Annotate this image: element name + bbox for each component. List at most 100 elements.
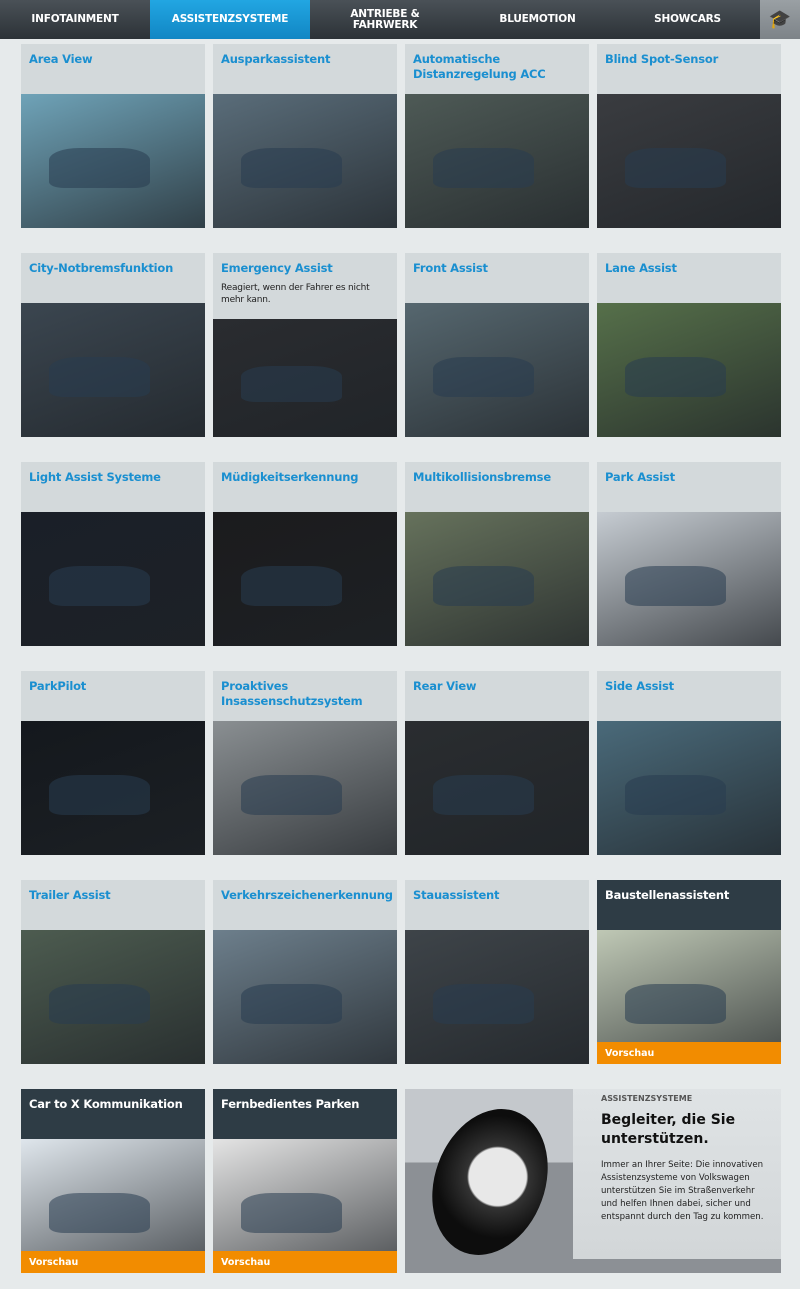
tile-image bbox=[597, 721, 781, 855]
tile-header: Park Assist bbox=[597, 462, 781, 512]
tile-header: Area View bbox=[21, 44, 205, 94]
tile-title: Lane Assist bbox=[605, 261, 677, 275]
tile-header: Stauassistent bbox=[405, 880, 589, 930]
feature-tile[interactable]: Verkehrszeichenerkennung bbox=[213, 880, 397, 1064]
intro-panel: ASSISTENZSYSTEME Begleiter, die Sie unte… bbox=[405, 1089, 781, 1273]
tile-image bbox=[21, 930, 205, 1064]
tile-image bbox=[213, 319, 397, 437]
tile-title: Stauassistent bbox=[413, 888, 500, 902]
tile-image bbox=[21, 303, 205, 437]
tile-image bbox=[213, 930, 397, 1064]
tile-image bbox=[405, 721, 589, 855]
tile-header: Ausparkassistent bbox=[213, 44, 397, 94]
tile-image bbox=[213, 512, 397, 646]
tile-title: Müdigkeitserkennung bbox=[221, 470, 359, 484]
nav-assistenzsysteme[interactable]: ASSISTENZSYSTEME bbox=[150, 0, 310, 39]
tile-title: Emergency Assist bbox=[221, 261, 333, 275]
tile-image bbox=[405, 94, 589, 228]
tile-header: Front Assist bbox=[405, 253, 589, 303]
tile-title: Front Assist bbox=[413, 261, 488, 275]
feature-tile[interactable]: Baustellenassistent Vorschau bbox=[597, 880, 781, 1064]
feature-tile[interactable]: Front Assist bbox=[405, 253, 589, 437]
tile-title: Park Assist bbox=[605, 470, 675, 484]
panel-body: Immer an Ihrer Seite: Die innovativen As… bbox=[601, 1160, 764, 1222]
nav-showcars[interactable]: SHOWCARS bbox=[615, 0, 760, 39]
feature-tile[interactable]: Fernbedientes Parken Vorschau bbox=[213, 1089, 397, 1273]
tile-title: Rear View bbox=[413, 679, 477, 693]
tile-title: Verkehrszeichenerkennung bbox=[221, 888, 393, 902]
tile-image bbox=[597, 512, 781, 646]
tile-title: Fernbedientes Parken bbox=[221, 1097, 360, 1111]
feature-tile[interactable]: Ausparkassistent bbox=[213, 44, 397, 228]
feature-tile[interactable]: Multikollisionsbremse bbox=[405, 462, 589, 646]
nav-infotainment[interactable]: INFOTAINMENT bbox=[0, 0, 150, 39]
tile-image bbox=[21, 94, 205, 228]
tile-image bbox=[405, 303, 589, 437]
feature-tile[interactable]: Stauassistent bbox=[405, 880, 589, 1064]
tile-title: Light Assist Systeme bbox=[29, 470, 161, 484]
tile-header: Fernbedientes Parken bbox=[213, 1089, 397, 1139]
tile-image bbox=[597, 303, 781, 437]
tile-title: City-Notbremsfunktion bbox=[29, 261, 174, 275]
tile-image bbox=[213, 721, 397, 855]
tile-title: Ausparkassistent bbox=[221, 52, 331, 66]
feature-tile[interactable]: ParkPilot bbox=[21, 671, 205, 855]
preview-label: Vorschau bbox=[213, 1251, 397, 1273]
tile-image bbox=[21, 721, 205, 855]
tile-title: Trailer Assist bbox=[29, 888, 111, 902]
tile-header: Rear View bbox=[405, 671, 589, 721]
feature-tile[interactable]: Park Assist bbox=[597, 462, 781, 646]
tile-image bbox=[21, 512, 205, 646]
feature-tile[interactable]: Lane Assist bbox=[597, 253, 781, 437]
tile-header: Lane Assist bbox=[597, 253, 781, 303]
tile-title: Baustellenassistent bbox=[605, 888, 730, 902]
tile-image bbox=[405, 930, 589, 1064]
tile-header: Baustellenassistent bbox=[597, 880, 781, 930]
tile-title: ParkPilot bbox=[29, 679, 87, 693]
tile-header: Blind Spot-Sensor bbox=[597, 44, 781, 94]
tile-title: Area View bbox=[29, 52, 93, 66]
tile-image bbox=[213, 94, 397, 228]
tile-title: Automatische Distanzregelung ACC bbox=[413, 52, 546, 81]
preview-label: Vorschau bbox=[21, 1251, 205, 1273]
feature-tile[interactable]: Light Assist Systeme bbox=[21, 462, 205, 646]
feature-tile[interactable]: Area View bbox=[21, 44, 205, 228]
tile-subtitle: Reagiert, wenn der Fahrer es nicht mehr … bbox=[221, 283, 370, 305]
feature-tile[interactable]: City-Notbremsfunktion bbox=[21, 253, 205, 437]
tile-header: ParkPilot bbox=[21, 671, 205, 721]
tile-title: Proaktives Insassenschutzsystem bbox=[221, 679, 363, 708]
feature-tile[interactable]: Automatische Distanzregelung ACC bbox=[405, 44, 589, 228]
feature-tile[interactable]: Emergency Assist Reagiert, wenn der Fahre… bbox=[213, 253, 397, 437]
tile-title: Car to X Kommunikation bbox=[29, 1097, 183, 1111]
feature-tile[interactable]: Car to X Kommunikation Vorschau bbox=[21, 1089, 205, 1273]
feature-tile[interactable]: Rear View bbox=[405, 671, 589, 855]
tile-image bbox=[405, 512, 589, 646]
tile-header: Müdigkeitserkennung bbox=[213, 462, 397, 512]
tile-header: Trailer Assist bbox=[21, 880, 205, 930]
tile-header: Light Assist Systeme bbox=[21, 462, 205, 512]
feature-tile[interactable]: Side Assist bbox=[597, 671, 781, 855]
tile-title: Side Assist bbox=[605, 679, 674, 693]
vw-logo-camera-image bbox=[412, 1092, 568, 1272]
tile-header: Multikollisionsbremse bbox=[405, 462, 589, 512]
feature-tile[interactable]: Proaktives Insassenschutzsystem bbox=[213, 671, 397, 855]
tile-header: Emergency Assist Reagiert, wenn der Fahre… bbox=[213, 253, 397, 319]
feature-tile[interactable]: Müdigkeitserkennung bbox=[213, 462, 397, 646]
tile-header: City-Notbremsfunktion bbox=[21, 253, 205, 303]
nav-bluemotion[interactable]: BLUEMOTION bbox=[460, 0, 615, 39]
tile-header: Automatische Distanzregelung ACC bbox=[405, 44, 589, 94]
feature-tile[interactable]: Blind Spot-Sensor bbox=[597, 44, 781, 228]
nav-antriebe-fahrwerk[interactable]: ANTRIEBE & FAHRWERK bbox=[310, 0, 460, 39]
panel-eyebrow: ASSISTENZSYSTEME bbox=[601, 1094, 693, 1103]
tile-header: Verkehrszeichenerkennung bbox=[213, 880, 397, 930]
tile-image bbox=[597, 94, 781, 228]
top-navigation: INFOTAINMENT ASSISTENZSYSTEME ANTRIEBE &… bbox=[0, 0, 800, 39]
tile-header: Side Assist bbox=[597, 671, 781, 721]
intro-text: ASSISTENZSYSTEME Begleiter, die Sie unte… bbox=[573, 1089, 781, 1259]
tile-title: Multikollisionsbremse bbox=[413, 470, 551, 484]
feature-tile[interactable]: Trailer Assist bbox=[21, 880, 205, 1064]
tile-header: Proaktives Insassenschutzsystem bbox=[213, 671, 397, 721]
graduation-cap-check-icon[interactable]: 🎓 bbox=[760, 0, 800, 39]
preview-label: Vorschau bbox=[597, 1042, 781, 1064]
tile-title: Blind Spot-Sensor bbox=[605, 52, 719, 66]
